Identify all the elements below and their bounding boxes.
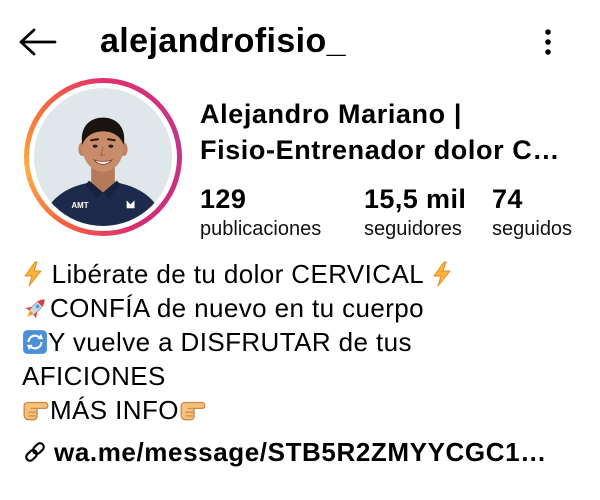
bio-text: MÁS INFO [50, 394, 179, 425]
more-vertical-icon [545, 29, 551, 55]
profile-page: alejandrofisio_ AMT Alejandro Mariano | … [0, 0, 600, 500]
display-name-line-2: Fisio-Entrenador dolor C… [200, 135, 561, 165]
bio-line: AFICIONES [22, 359, 592, 393]
profile-display-name: Alejandro Mariano | Fisio-Entrenador dol… [200, 96, 595, 168]
photo-eye-right [108, 144, 114, 148]
lightning-icon [24, 261, 42, 287]
stat-following[interactable]: 74 seguidos [492, 182, 572, 242]
profile-username: alejandrofisio_ [100, 22, 346, 60]
stat-followers-count: 15,5 mil [364, 184, 467, 214]
display-name-line-1: Alejandro Mariano | [200, 99, 462, 129]
repeat-arrows-icon [23, 330, 47, 354]
avatar: AMT [34, 88, 172, 226]
back-button[interactable] [18, 27, 58, 57]
hand-pointing-right-icon [180, 401, 206, 421]
link-icon [25, 442, 45, 462]
rocket-icon [25, 299, 45, 319]
profile-bio: Libérate de tu dolor CERVICAL CONFÍA de … [22, 257, 592, 427]
bio-link[interactable]: wa.me/message/STB5R2ZMYYCGC1… [22, 434, 592, 470]
stat-followers[interactable]: 15,5 mil seguidores [364, 182, 466, 242]
bio-link-text[interactable]: wa.me/message/STB5R2ZMYYCGC1… [54, 437, 547, 468]
bio-text: Libérate de tu dolor CERVICAL [44, 258, 431, 289]
stat-following-count: 74 [492, 184, 523, 214]
bio-line: Libérate de tu dolor CERVICAL [22, 257, 592, 291]
avatar-story-ring[interactable]: AMT [24, 78, 182, 236]
shirt-logo-text: AMT [71, 201, 88, 210]
bio-text: Y vuelve a DISFRUTAR de tus [48, 326, 412, 357]
bio-line: Y vuelve a DISFRUTAR de tus [22, 325, 592, 359]
hand-pointing-right-icon [23, 401, 49, 421]
bio-line: MÁS INFO [22, 393, 592, 427]
more-options-button[interactable] [542, 27, 554, 57]
stat-posts-count: 129 [200, 184, 247, 214]
lightning-icon [433, 261, 451, 287]
stat-followers-label: seguidores [364, 218, 462, 240]
photo-eye-left [92, 144, 98, 148]
stat-following-label: seguidos [492, 218, 573, 240]
stat-posts[interactable]: 129 publicaciones [200, 182, 321, 242]
stat-posts-label: publicaciones [200, 218, 322, 240]
bio-line: CONFÍA de nuevo en tu cuerpo [22, 291, 592, 325]
profile-photo: AMT [34, 88, 172, 226]
arrow-left-icon [19, 28, 57, 56]
bio-text: AFICIONES [22, 360, 166, 391]
avatar-gap: AMT [29, 83, 177, 231]
bio-text: CONFÍA de nuevo en tu cuerpo [50, 292, 424, 323]
